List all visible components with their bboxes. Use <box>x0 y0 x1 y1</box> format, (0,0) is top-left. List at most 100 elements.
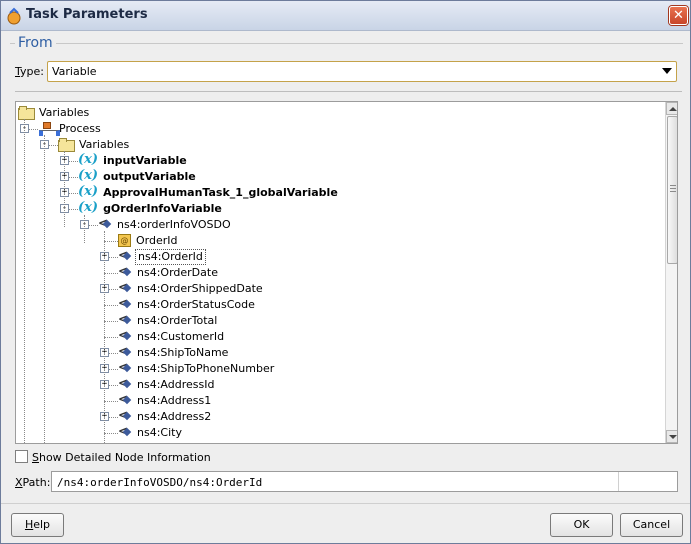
element-icon <box>118 343 132 359</box>
variable-icon: (x) <box>78 184 99 199</box>
xpath-input[interactable]: /ns4:orderInfoVOSDO/ns4:OrderId <box>51 471 678 492</box>
type-label-rest: ype: <box>20 65 44 78</box>
grip-line <box>670 188 676 189</box>
xpath-field-divider <box>618 472 619 491</box>
from-group-label: From <box>15 35 56 51</box>
tree-item[interactable]: ns4:Address2 <box>118 407 213 425</box>
type-dropdown[interactable]: Variable <box>47 61 677 82</box>
tree-item-label: ns4:ShipToName <box>137 346 229 359</box>
tree-item-label: ns4:AddressId <box>137 378 215 391</box>
title-bar[interactable]: Task Parameters ✕ <box>1 1 690 31</box>
element-icon <box>98 215 112 231</box>
cancel-button[interactable]: Cancel <box>620 513 683 537</box>
tree-item[interactable]: ns4:OrderStatusCode <box>118 295 257 313</box>
tree-item-label: ns4:PostalCode <box>135 441 223 443</box>
tree-item[interactable]: (x) inputVariable <box>78 152 189 169</box>
tree-item[interactable]: ns4:ShipToName <box>118 343 230 361</box>
vertical-scrollbar[interactable] <box>665 102 677 443</box>
tree-connector <box>104 241 118 242</box>
button-bar-separator <box>1 503 690 504</box>
tree-item-label: Process <box>59 122 101 135</box>
show-detailed-label: Show Detailed Node Information <box>32 451 211 464</box>
variable-icon: (x) <box>78 152 99 167</box>
tree-item[interactable]: ns4:ShipToPhoneNumber <box>118 359 276 377</box>
scrollbar-thumb[interactable] <box>667 116 677 264</box>
tree-item-label: ns4:OrderStatusCode <box>137 298 255 311</box>
tree-guide <box>84 215 85 243</box>
element-icon <box>118 391 132 407</box>
variable-tree[interactable]: Variables - Process - Variables + (x) inputVari… <box>15 101 678 444</box>
folder-icon <box>18 106 35 120</box>
folder-icon <box>58 138 75 152</box>
tree-item-label: gOrderInfoVariable <box>103 202 222 215</box>
tree-item[interactable]: ns4:OrderId <box>118 247 206 265</box>
scroll-down-button[interactable] <box>666 430 677 443</box>
tree-item[interactable]: (x) outputVariable <box>78 168 198 185</box>
tree-item-label: inputVariable <box>103 154 187 167</box>
close-button[interactable]: ✕ <box>669 6 688 25</box>
separator <box>15 91 682 92</box>
tree-body: Variables - Process - Variables + (x) inputVari… <box>16 102 665 443</box>
element-icon <box>118 359 132 375</box>
element-icon <box>118 423 132 439</box>
tree-guide <box>44 135 45 443</box>
tree-guide <box>104 231 105 443</box>
help-button-rest: elp <box>33 518 51 531</box>
tree-item-label: ns4:ShipToPhoneNumber <box>137 362 275 375</box>
tree-item-label: ns4:OrderTotal <box>137 314 218 327</box>
process-icon <box>38 122 60 136</box>
tree-item[interactable]: ns4:OrderTotal <box>118 311 219 329</box>
tree-item[interactable]: Variables <box>58 137 131 153</box>
tree-item-label: ns4:City <box>137 426 182 439</box>
tree-item-label: ns4:OrderDate <box>137 266 218 279</box>
xpath-value: /ns4:orderInfoVOSDO/ns4:OrderId <box>57 476 263 489</box>
type-label: Type: <box>15 65 44 78</box>
tree-connector <box>104 305 118 306</box>
tree-connector <box>104 337 118 338</box>
tree-item-label: ns4:OrderId <box>135 249 206 265</box>
dialog-title: Task Parameters <box>26 7 148 22</box>
tree-item-label: Variables <box>79 138 130 151</box>
tree-item[interactable]: ns4:OrderDate <box>118 263 220 281</box>
app-icon <box>7 7 21 25</box>
show-detailed-checkbox[interactable] <box>15 450 28 463</box>
tree-item[interactable]: ns4:orderInfoVOSDO <box>98 215 233 233</box>
tree-item-label: ApprovalHumanTask_1_globalVariable <box>103 186 338 199</box>
scroll-up-button[interactable] <box>666 102 677 115</box>
element-icon <box>118 263 132 279</box>
chevron-down-icon[interactable] <box>662 68 672 74</box>
element-icon <box>118 295 132 311</box>
tree-guide <box>64 151 65 227</box>
tree-item-label: ns4:orderInfoVOSDO <box>117 218 231 231</box>
show-detailed-label-rest: how Detailed Node Information <box>38 451 211 464</box>
from-group-border <box>10 43 683 44</box>
tree-item[interactable]: Process <box>38 121 103 137</box>
tree-connector <box>104 401 118 402</box>
tree-item-label: outputVariable <box>103 170 196 183</box>
help-button[interactable]: Help <box>11 513 64 537</box>
tree-item[interactable]: ns4:Address1 <box>118 391 213 409</box>
grip-line <box>670 185 676 186</box>
tree-item[interactable]: ns4:OrderShippedDate <box>118 279 265 297</box>
grip-line <box>670 191 676 192</box>
tree-item-label: ns4:Address1 <box>137 394 212 407</box>
tree-item[interactable]: ns4:CustomerId <box>118 327 226 345</box>
variable-icon: (x) <box>78 168 99 183</box>
element-icon <box>118 375 132 391</box>
tree-item[interactable]: ns4:AddressId <box>118 375 216 393</box>
tree-connector <box>104 273 118 274</box>
element-icon <box>118 327 132 343</box>
ok-button[interactable]: OK <box>550 513 613 537</box>
tree-item[interactable]: ns4:PostalCode <box>118 439 223 443</box>
attribute-icon: @ <box>118 234 131 247</box>
tree-item[interactable]: (x) ApprovalHumanTask_1_globalVariable <box>78 184 340 201</box>
tree-item-label: ns4:OrderShippedDate <box>137 282 263 295</box>
type-dropdown-value: Variable <box>52 65 97 78</box>
tree-item-label: OrderId <box>136 234 178 247</box>
tree-item[interactable]: Variables <box>18 105 91 121</box>
tree-connector <box>104 321 118 322</box>
element-icon <box>118 407 132 423</box>
element-icon <box>118 247 132 263</box>
tree-connector <box>104 433 118 434</box>
tree-item-label: ns4:Address2 <box>137 410 212 423</box>
